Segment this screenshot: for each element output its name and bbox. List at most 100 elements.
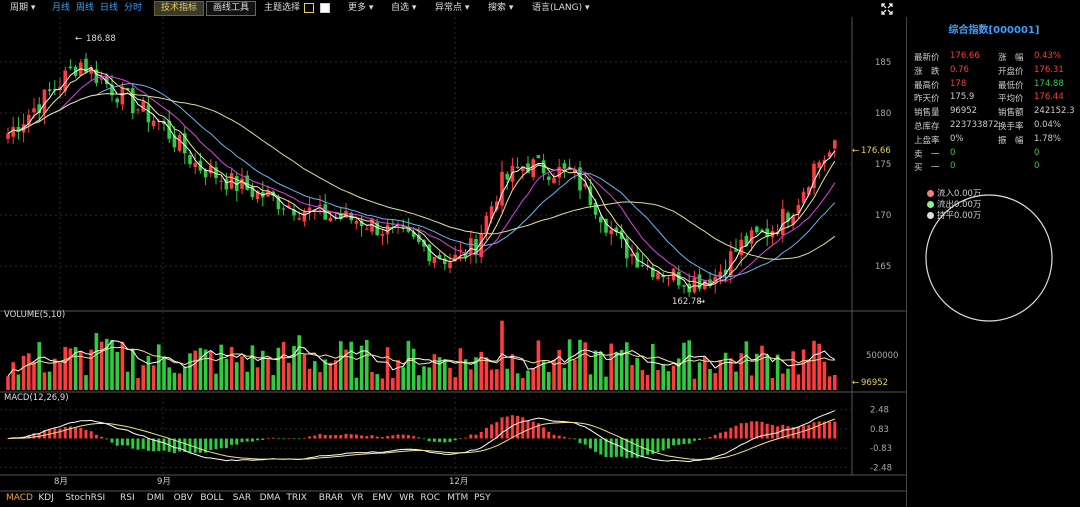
tab-stochrsi[interactable]: StochRSI: [65, 493, 105, 503]
tab-emv[interactable]: EMV: [372, 493, 392, 503]
macd-histogram-bar: [661, 438, 665, 451]
volume-bar: [167, 367, 171, 390]
macd-histogram-bar: [469, 434, 473, 439]
indicator-tabs: MACD KDJ StochRSI RSI DMI OBV BOLL SAR DMA TRIX BR…: [0, 491, 906, 507]
volume-bar: [68, 348, 73, 390]
macd-histogram-bar: [698, 438, 702, 441]
macd-histogram-bar: [479, 431, 483, 439]
volume-bar: [541, 361, 546, 390]
theme-dark-swatch[interactable]: [304, 3, 314, 13]
tab-rsi[interactable]: RSI: [120, 493, 135, 503]
volume-bar: [219, 344, 223, 390]
macd-histogram-bar: [562, 436, 566, 439]
volume-bar: [801, 349, 806, 390]
candle-body: [131, 88, 135, 114]
candle-body: [318, 204, 322, 206]
volume-bar: [437, 357, 442, 390]
macd-histogram-bar: [146, 438, 150, 451]
macd-histogram-bar: [490, 424, 494, 439]
macd-histogram-bar: [713, 434, 717, 439]
candle-body: [640, 265, 645, 267]
quote-value: 96952: [950, 106, 978, 117]
macd-histogram-bar: [79, 427, 83, 439]
macd-histogram-bar: [230, 438, 234, 445]
tab-dma[interactable]: DMA: [260, 493, 281, 503]
last-volume-arrow: ←: [852, 378, 859, 388]
volume-bar: [630, 364, 634, 390]
macd-histogram-bar: [100, 436, 104, 439]
volume-bar: [27, 353, 31, 390]
tab-wr[interactable]: WR: [399, 493, 414, 503]
candle-body: [619, 230, 624, 240]
period-menu[interactable]: 周期 ▾: [10, 3, 35, 14]
tab-obv[interactable]: OBV: [174, 493, 193, 503]
macd-histogram-bar: [521, 417, 525, 439]
volume-bar: [760, 345, 764, 390]
volume-bar: [115, 351, 119, 390]
last-price-arrow: ←: [852, 146, 859, 156]
more-menu[interactable]: 更多 ▾: [348, 3, 373, 14]
anomaly-menu[interactable]: 异常点 ▾: [435, 3, 469, 14]
flow-pie-circle: [925, 194, 1053, 322]
macd-histogram-bar: [131, 438, 135, 449]
macd-histogram-bar: [261, 438, 265, 440]
candle-body: [547, 176, 551, 180]
watchlist-menu[interactable]: 自选 ▾: [391, 3, 416, 14]
volume-bar: [162, 356, 166, 390]
quote-value: 0%: [950, 133, 964, 144]
indicator-button[interactable]: 技术指标: [154, 1, 205, 16]
volume-bar: [651, 343, 655, 390]
macd-histogram-bar: [443, 438, 447, 443]
tab-boll[interactable]: BOLL: [200, 493, 223, 503]
drawing-tools-button[interactable]: 画线工具: [206, 1, 257, 16]
volume-bar: [692, 378, 697, 390]
volume-bar: [417, 375, 421, 390]
macd-histogram-bar: [786, 426, 790, 439]
period-intraday[interactable]: 分时: [124, 3, 142, 14]
tab-brar[interactable]: BRAR: [319, 493, 343, 503]
candle-body: [177, 135, 182, 151]
volume-bar: [781, 373, 785, 390]
tab-vr[interactable]: VR: [351, 493, 363, 503]
kline-chart[interactable]: 1651701751801855000002.480.83-0.83-2.48 …: [0, 17, 906, 507]
macd-series: [6, 410, 837, 463]
tab-roc[interactable]: ROC: [420, 493, 440, 503]
tab-dmi[interactable]: DMI: [147, 493, 164, 503]
search-menu[interactable]: 搜索 ▾: [488, 3, 513, 14]
candle-body: [656, 272, 660, 280]
candle-body: [609, 229, 613, 235]
fullscreen-icon[interactable]: [881, 3, 893, 15]
tab-macd[interactable]: MACD: [6, 493, 33, 503]
candle-body: [68, 66, 73, 69]
language-menu[interactable]: 语言(LANG) ▾: [532, 3, 590, 14]
macd-histogram-bar: [817, 421, 821, 439]
volume-bar: [713, 373, 717, 390]
tab-mtm[interactable]: MTM: [447, 493, 468, 503]
candle-body: [281, 208, 286, 210]
tab-psy[interactable]: PSY: [474, 493, 491, 503]
quote-label: 平均价: [998, 94, 1024, 105]
tab-kdj[interactable]: KDJ: [38, 493, 54, 503]
tab-trix[interactable]: TRIX: [286, 493, 307, 503]
quote-value: 178: [950, 78, 967, 89]
volume-bar: [240, 356, 244, 390]
volume-bar: [567, 339, 572, 390]
volume-bar: [157, 344, 161, 390]
tab-sar[interactable]: SAR: [233, 493, 251, 503]
macd-histogram-bar: [360, 435, 364, 439]
macd-histogram-bar: [687, 438, 691, 444]
quote-label: 上盘率: [914, 135, 940, 146]
period-month[interactable]: 月线: [52, 3, 70, 14]
period-week[interactable]: 周线: [76, 3, 94, 14]
period-day[interactable]: 日线: [100, 3, 118, 14]
macd-histogram-bar: [240, 438, 244, 443]
macd-histogram-bar: [703, 437, 707, 439]
volume-bar: [58, 362, 62, 390]
macd-histogram-bar: [365, 436, 369, 439]
volume-bar: [505, 368, 509, 390]
theme-light-swatch[interactable]: [320, 3, 330, 13]
volume-bar: [770, 377, 775, 390]
candle-body: [380, 233, 385, 236]
volume-bar: [385, 347, 390, 390]
volume-bar: [47, 371, 52, 390]
